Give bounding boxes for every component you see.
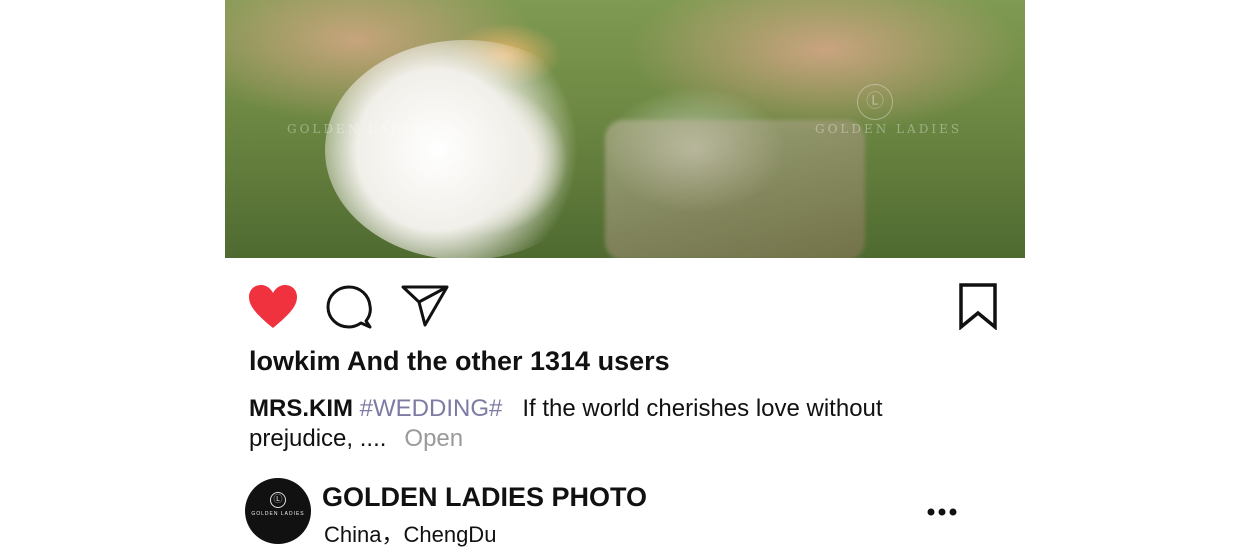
more-icon[interactable] bbox=[926, 502, 958, 522]
caption-hashtag[interactable]: #WEDDING# bbox=[360, 395, 503, 422]
bookmark-icon[interactable] bbox=[958, 282, 998, 330]
avatar-logo-text: GOLDEN LADIES bbox=[251, 511, 305, 517]
avatar-logo-icon: Ⓛ bbox=[270, 492, 286, 508]
comment-icon[interactable] bbox=[326, 284, 372, 330]
post-caption: MRS.KIM #WEDDING# If the world cherishes… bbox=[249, 394, 949, 454]
caption-open-link[interactable]: Open bbox=[404, 425, 463, 452]
account-name[interactable]: GOLDEN LADIES PHOTO bbox=[322, 482, 647, 513]
photo-watermark: GOLDEN LADIES bbox=[287, 122, 435, 136]
avatar[interactable]: Ⓛ GOLDEN LADIES bbox=[245, 478, 311, 544]
account-location[interactable]: China，ChengDu bbox=[324, 517, 496, 549]
photo-watermark-logo: Ⓛ bbox=[857, 84, 893, 120]
caption-author[interactable]: MRS.KIM bbox=[249, 395, 353, 422]
heart-icon[interactable] bbox=[248, 284, 298, 330]
photo-table bbox=[605, 120, 865, 258]
photo-watermark: GOLDEN LADIES bbox=[815, 122, 963, 136]
post-photo[interactable]: GOLDEN LADIES Ⓛ GOLDEN LADIES bbox=[225, 0, 1025, 258]
photo-flowers bbox=[325, 40, 605, 258]
share-icon[interactable] bbox=[401, 284, 449, 328]
likes-count[interactable]: lowkim And the other 1314 users bbox=[249, 346, 670, 377]
